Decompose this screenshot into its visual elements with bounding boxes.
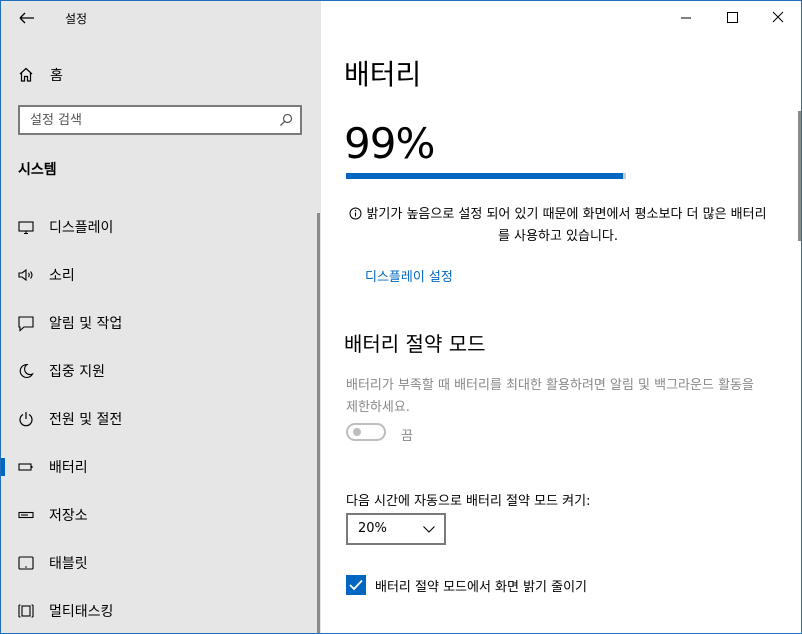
home-icon: [19, 67, 33, 82]
back-button[interactable]: [11, 7, 41, 29]
sidebar-item-display[interactable]: 디스플레이: [1, 206, 321, 246]
sidebar-item-notifications[interactable]: 알림 및 작업: [1, 302, 321, 342]
minimize-icon: [681, 17, 691, 19]
sidebar-item-tablet[interactable]: 태블릿: [1, 542, 321, 582]
close-button[interactable]: [755, 1, 801, 33]
sidebar-item-multitasking[interactable]: 멀티태스킹: [1, 590, 321, 630]
battery-saver-title: 배터리 절약 모드: [344, 332, 486, 356]
page-title: 배터리: [344, 58, 422, 91]
checkmark-icon: [349, 579, 363, 591]
battery-saver-toggle[interactable]: [346, 423, 386, 441]
brightness-info: 밝기가 높음으로 설정 되어 있기 때문에 화면에서 평소보다 더 많은 배터리…: [349, 204, 767, 248]
battery-level-bar: [346, 173, 626, 179]
info-text: 밝기가 높음으로 설정 되어 있기 때문에 화면에서 평소보다 더 많은 배터리…: [366, 207, 767, 244]
maximize-icon: [727, 12, 738, 23]
sidebar-item-label: 알림 및 작업: [49, 316, 123, 332]
search-box[interactable]: [18, 105, 302, 135]
storage-icon: [18, 511, 34, 519]
sidebar-item-focus-assist[interactable]: 집중 지원: [1, 350, 321, 390]
sidebar-item-label: 전원 및 절전: [49, 412, 123, 428]
home-nav[interactable]: 홈: [17, 63, 63, 87]
app-title: 설정: [65, 12, 88, 26]
sidebar-item-label: 집중 지원: [49, 364, 105, 380]
display-settings-link[interactable]: 디스플레이 설정: [365, 266, 453, 285]
battery-saver-description: 배터리가 부족할 때 배터리를 최대한 활용하려면 알림 및 백그라운드 활동을…: [346, 378, 754, 415]
sidebar-item-label: 태블릿: [49, 556, 88, 572]
sidebar-item-label: 소리: [49, 268, 75, 284]
lower-brightness-checkbox[interactable]: [346, 575, 366, 595]
battery-percent: 99%: [344, 119, 435, 168]
chevron-down-icon: [423, 526, 435, 533]
minimize-button[interactable]: [663, 1, 709, 33]
tablet-icon: [18, 556, 34, 570]
search-icon[interactable]: [278, 112, 294, 128]
sidebar-item-label: 저장소: [49, 508, 88, 524]
toggle-knob: [353, 428, 361, 436]
moon-icon: [19, 363, 34, 378]
sound-icon: [18, 268, 33, 282]
battery-level-fill: [346, 173, 624, 179]
notifications-icon: [18, 316, 34, 332]
multitasking-icon: [18, 604, 34, 618]
main-scrollbar[interactable]: [798, 111, 801, 241]
info-icon: [349, 207, 362, 220]
power-icon: [19, 412, 33, 427]
lower-brightness-label: 배터리 절약 모드에서 화면 밝기 줄이기: [375, 580, 588, 595]
main-content: 배터리 99% 밝기가 높음으로 설정 되어 있기 때문에 화면에서 평소보다 …: [321, 1, 801, 633]
back-arrow-icon: [19, 12, 34, 24]
sidebar-scrollbar[interactable]: [317, 213, 320, 633]
sidebar-item-label: 멀티태스킹: [49, 604, 114, 620]
sidebar-item-power-sleep[interactable]: 전원 및 절전: [1, 398, 321, 438]
settings-window: 설정 홈 시스템 디스플레이: [0, 0, 802, 634]
auto-saver-dropdown[interactable]: 20%: [346, 513, 446, 545]
section-title: 시스템: [18, 162, 57, 178]
auto-saver-value: 20%: [358, 521, 387, 536]
home-label: 홈: [50, 68, 63, 84]
sidebar-item-label: 디스플레이: [49, 220, 114, 236]
sidebar-item-storage[interactable]: 저장소: [1, 494, 321, 534]
sidebar-item-sound[interactable]: 소리: [1, 254, 321, 294]
active-indicator: [1, 458, 5, 476]
window-controls: [663, 1, 801, 33]
sidebar-item-battery[interactable]: 배터리: [1, 446, 321, 486]
search-input[interactable]: [30, 111, 270, 129]
sidebar-item-label: 배터리: [49, 460, 88, 476]
maximize-button[interactable]: [709, 1, 755, 33]
display-icon: [18, 221, 34, 235]
auto-saver-label: 다음 시간에 자동으로 배터리 절약 모드 켜기:: [346, 494, 591, 509]
close-icon: [772, 11, 784, 23]
battery-saver-toggle-label: 끔: [401, 429, 413, 444]
sidebar: 설정 홈 시스템 디스플레이: [1, 1, 321, 633]
battery-icon: [18, 463, 33, 471]
